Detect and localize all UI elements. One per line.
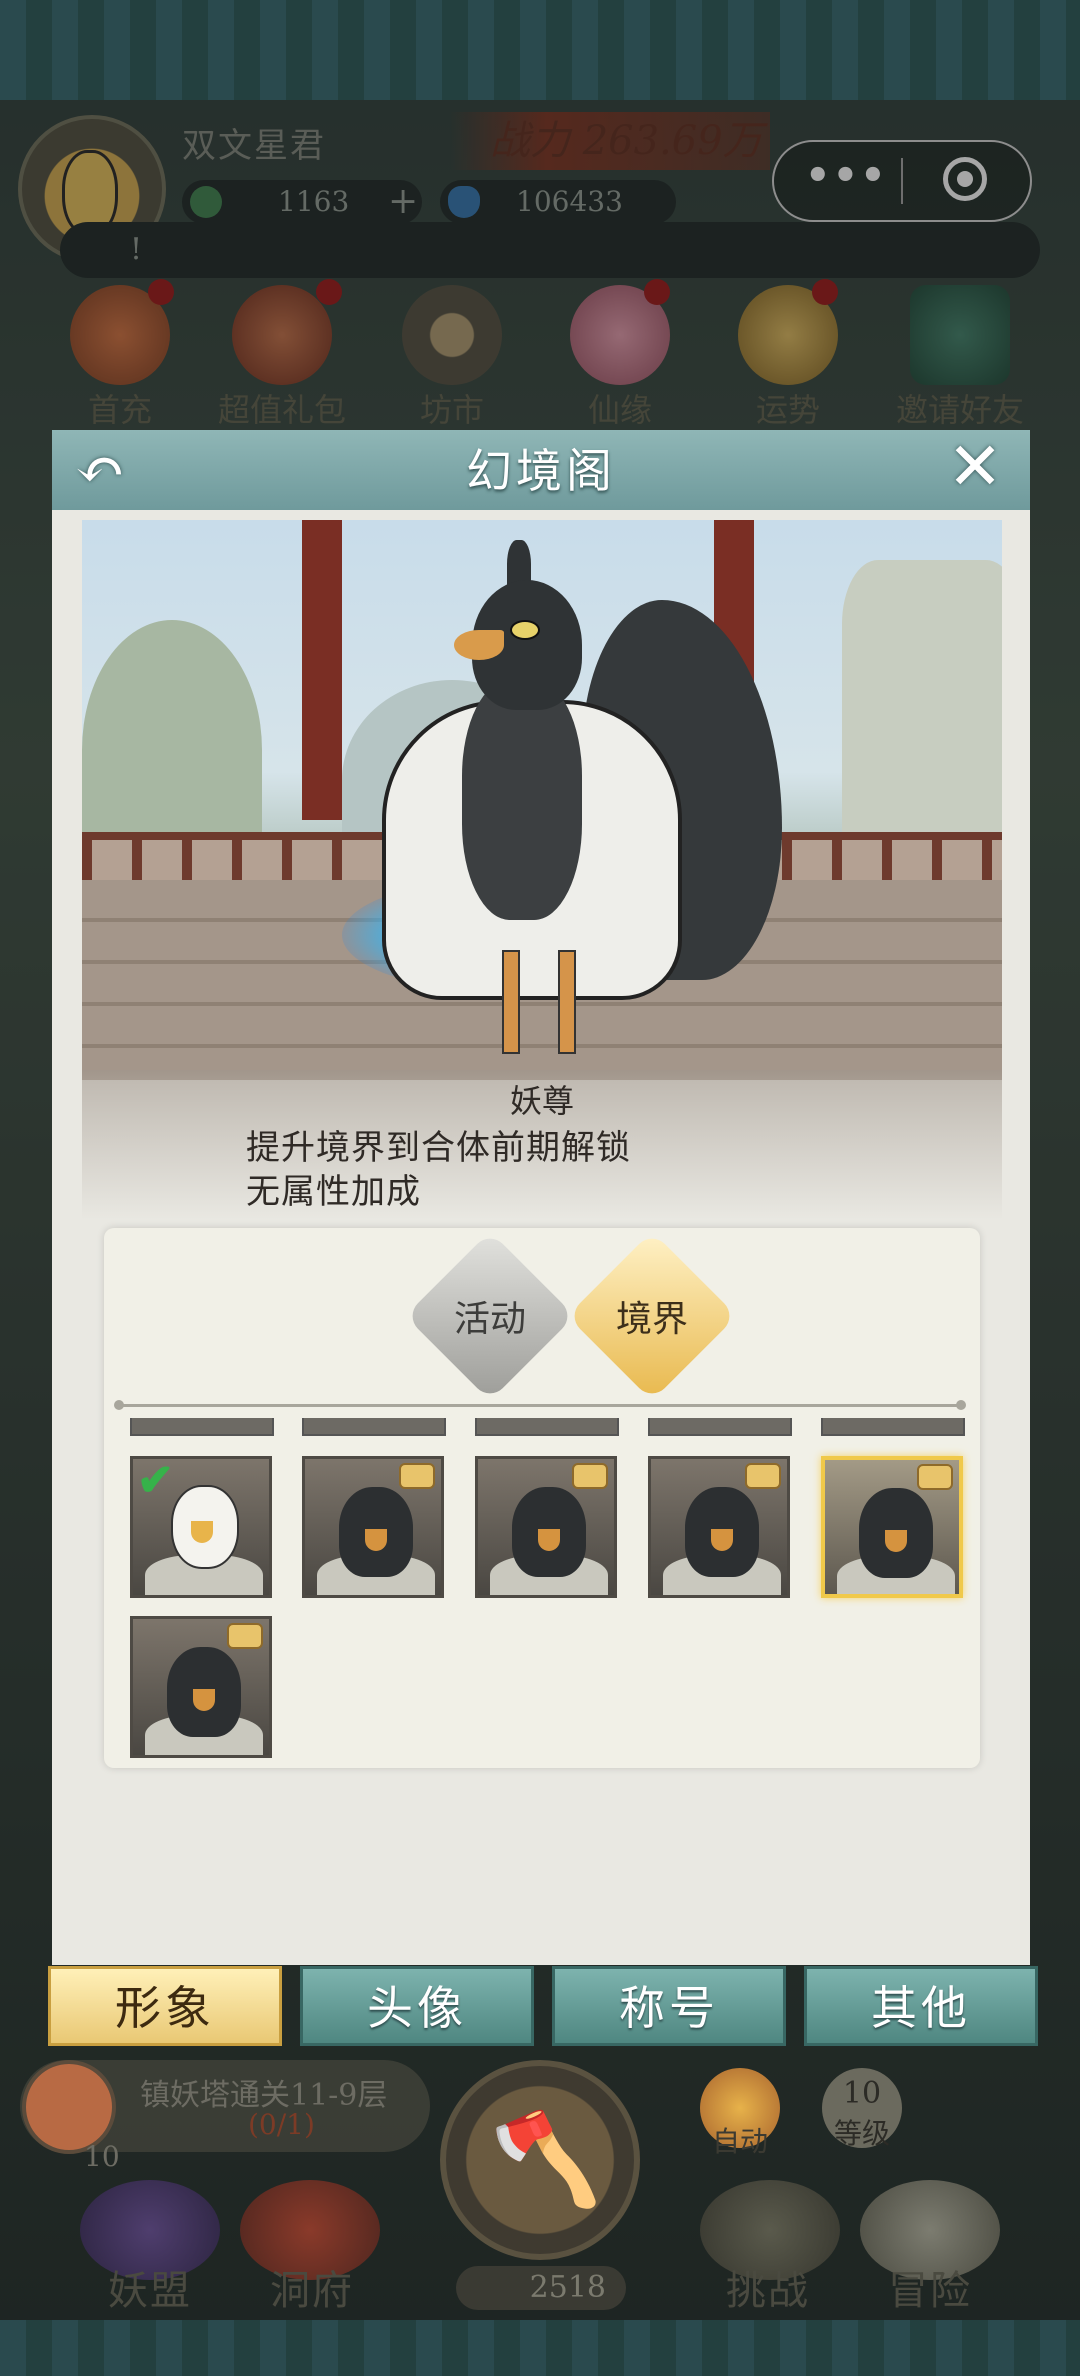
tab-title[interactable]: 称号: [552, 1966, 786, 2046]
lock-icon: [572, 1463, 608, 1489]
form-tile-selected[interactable]: [821, 1456, 963, 1598]
tile-beak: [365, 1529, 387, 1551]
tile-beak: [538, 1529, 560, 1551]
form-tile[interactable]: [648, 1456, 790, 1598]
nav-alliance[interactable]: 妖盟: [70, 2258, 230, 2316]
form-tile[interactable]: [475, 1456, 617, 1598]
close-icon[interactable]: ✕: [935, 432, 1015, 502]
form-tile[interactable]: [302, 1456, 444, 1598]
tab-other[interactable]: 其他: [804, 1966, 1038, 2046]
lock-icon: [917, 1464, 953, 1490]
axe-icon: 🪓: [490, 2107, 603, 2212]
tile-partial[interactable]: [648, 1418, 792, 1436]
divider-end-dot: [114, 1400, 124, 1410]
auto-label: 自动: [711, 2125, 768, 2158]
nav-challenge[interactable]: 挑战: [688, 2258, 848, 2316]
form-name: 妖尊: [509, 1082, 574, 1120]
character-eye: [510, 620, 540, 640]
top-pattern-band: [0, 0, 1080, 100]
tile-beak: [885, 1530, 907, 1552]
quest-level: 10: [84, 2140, 120, 2173]
checkmark-icon: ✔: [137, 1456, 174, 1506]
level-number: 10: [842, 2076, 882, 2111]
form-tile[interactable]: [130, 1616, 272, 1758]
character-preview-scene: [82, 520, 1002, 1080]
divider: [118, 1404, 964, 1407]
character-body: [462, 680, 582, 920]
category-label-activity: 活动: [453, 1299, 526, 1340]
panel-title: 幻境阁: [466, 444, 616, 498]
divider-end-dot: [956, 1400, 966, 1410]
tile-partial[interactable]: [130, 1418, 274, 1436]
back-arrow-icon[interactable]: ↶: [60, 440, 140, 504]
bottom-pattern-band: [0, 2320, 1080, 2376]
attribute-bonus: 无属性加成: [246, 1172, 421, 1212]
level-label: 等级: [833, 2117, 890, 2150]
quest-progress: (0/1): [248, 2108, 315, 2141]
tile-partial[interactable]: [302, 1418, 446, 1436]
tile-beak: [191, 1521, 213, 1543]
tile-partial[interactable]: [821, 1418, 965, 1436]
character-leg: [502, 950, 520, 1054]
tile-partial[interactable]: [475, 1418, 619, 1436]
lock-icon: [745, 1463, 781, 1489]
lock-icon: [399, 1463, 435, 1489]
tab-avatar[interactable]: 头像: [300, 1966, 534, 2046]
tab-appearance[interactable]: 形象: [48, 1966, 282, 2046]
category-label-realm: 境界: [615, 1299, 688, 1340]
tile-beak: [711, 1529, 733, 1551]
coin-counter: 2518: [456, 2266, 626, 2310]
unlock-condition: 提升境界到合体前期解锁: [246, 1128, 631, 1168]
character-leg: [558, 950, 576, 1054]
nav-adventure[interactable]: 冒险: [850, 2258, 1010, 2316]
lock-icon: [227, 1623, 263, 1649]
tile-beak: [193, 1689, 215, 1711]
form-tile-equipped[interactable]: ✔: [130, 1456, 272, 1598]
nav-cave[interactable]: 洞府: [232, 2258, 392, 2316]
pillar-left: [302, 520, 342, 820]
character-beak: [454, 630, 504, 660]
